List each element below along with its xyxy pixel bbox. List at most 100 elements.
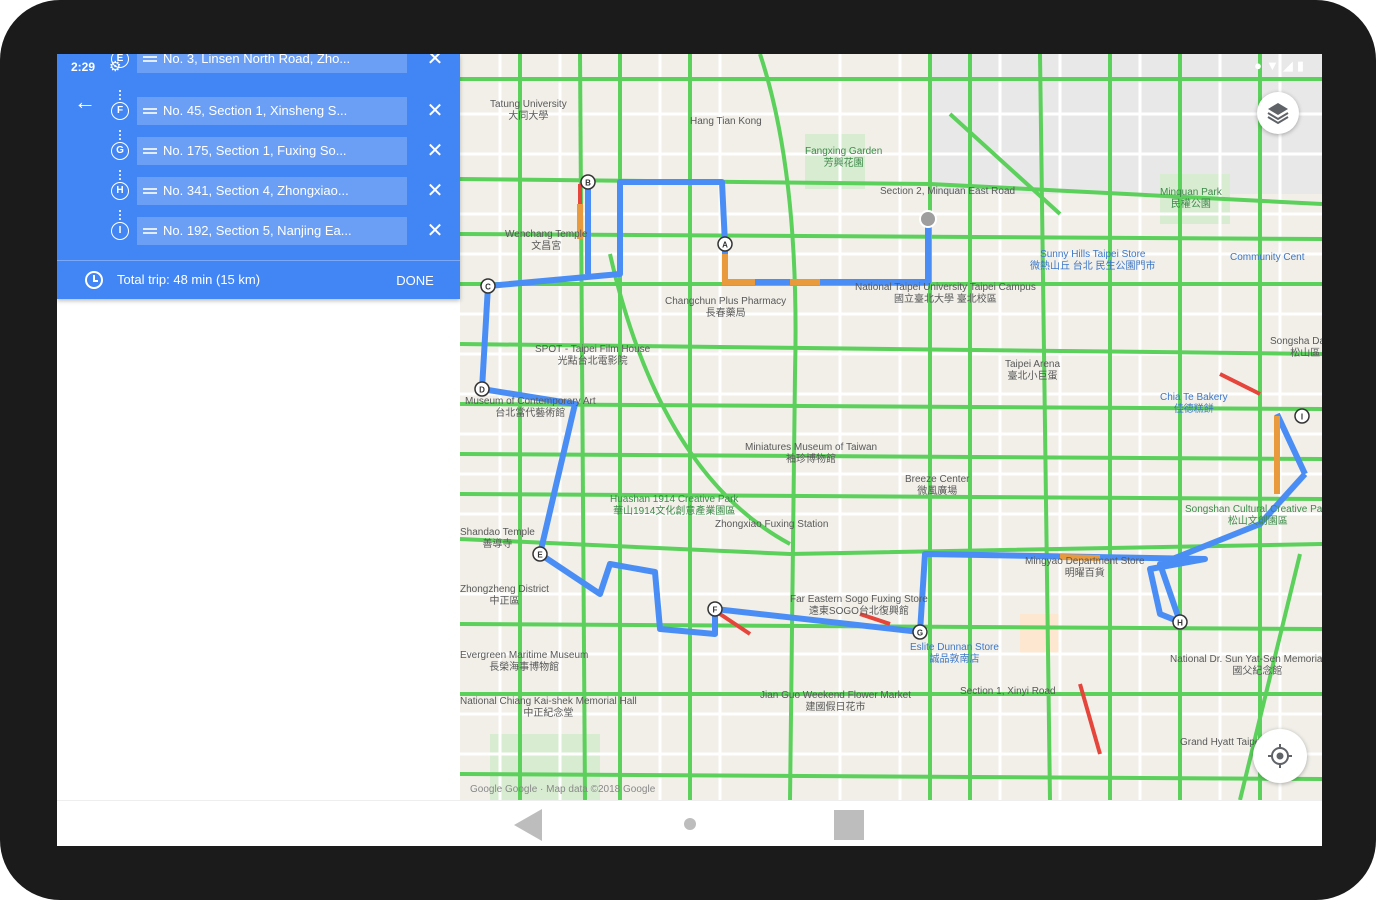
navigation-bar <box>57 800 1322 846</box>
stop-marker-icon: E <box>111 54 129 68</box>
map-place-label[interactable]: Museum of Contemporary Art 台北當代藝術館 <box>465 396 596 420</box>
place-name-local: 中正區 <box>489 596 520 607</box>
place-name: National Chiang Kai-shek Memorial Hall <box>460 696 637 707</box>
place-name: Section 1, Xinyi Road <box>960 686 1056 697</box>
map-place-label[interactable]: National Dr. Sun Yat-Sen Memorial Hall國父… <box>1170 654 1322 678</box>
waypoint-label: G <box>917 629 923 638</box>
screen: A B C D E F G H I Tatung University 大同大學 Hang Tian… <box>57 54 1322 846</box>
map-place-label[interactable]: National Taipei University Taipei Campus… <box>855 282 1036 306</box>
drag-handle-icon[interactable] <box>143 228 157 234</box>
place-name: Far Eastern Sogo Fuxing Store <box>790 594 928 605</box>
map-place-label[interactable]: Section 1, Xinyi Road <box>960 686 1056 698</box>
waypoint-label: F <box>713 606 718 615</box>
drag-handle-icon[interactable] <box>143 188 157 194</box>
close-icon[interactable]: ✕ <box>421 217 449 245</box>
waypoint-marker[interactable]: E <box>532 546 548 562</box>
place-name: Chia Te Bakery <box>1160 392 1228 403</box>
stop-address-field[interactable]: No. 341, Section 4, Zhongxiao... <box>137 177 407 205</box>
place-name: Huashan 1914 Creative Park <box>610 494 739 505</box>
map-place-label[interactable]: SPOT - Taipei Film House 光點台北電影院 <box>535 344 650 368</box>
map-place-label[interactable]: Section 2, Minquan East Road <box>880 186 1015 198</box>
map-place-label[interactable]: Far Eastern Sogo Fuxing Store 遠東SOGO台北復興館 <box>790 594 928 618</box>
map-place-label[interactable]: Tatung University 大同大學 <box>490 99 567 123</box>
map-place-label[interactable]: Hang Tian Kong <box>690 116 762 128</box>
stop-connector <box>119 90 121 100</box>
stop-connector <box>119 130 121 140</box>
map-place-label[interactable]: Eslite Dunnan Store 誠品敦南店 <box>910 642 999 666</box>
nav-back-icon[interactable] <box>514 809 542 841</box>
stop-address-field[interactable]: No. 45, Section 1, Xinsheng S... <box>137 97 407 125</box>
close-icon[interactable]: ✕ <box>421 97 449 125</box>
waypoint-marker[interactable]: C <box>480 278 496 294</box>
place-name: Hang Tian Kong <box>690 116 762 127</box>
stop-address-field[interactable]: No. 175, Section 1, Fuxing So... <box>137 137 407 165</box>
waypoint-marker[interactable]: F <box>707 601 723 617</box>
stop-address-text: No. 192, Section 5, Nanjing Ea... <box>163 223 352 238</box>
map-place-label[interactable]: Grand Hyatt Taipei <box>1180 737 1263 749</box>
waypoint-marker[interactable]: D <box>474 381 490 397</box>
drag-handle-icon[interactable] <box>143 148 157 154</box>
nav-recents-icon[interactable] <box>834 810 864 840</box>
map-place-label[interactable]: Wenchang Temple 文昌宮 <box>505 229 587 253</box>
map-place-label[interactable]: Jian Guo Weekend Flower Market 建國假日花市 <box>760 690 911 714</box>
place-name: Community Cent <box>1230 252 1305 263</box>
map-place-label[interactable]: Evergreen Maritime Museum 長榮海事博物館 <box>460 650 588 674</box>
map-place-label[interactable]: Shandao Temple 善導寺 <box>460 527 535 551</box>
waypoint-marker[interactable]: I <box>1294 408 1310 424</box>
waypoint-marker[interactable]: B <box>580 174 596 190</box>
place-name: Grand Hyatt Taipei <box>1180 737 1263 748</box>
stop-address-field[interactable]: No. 192, Section 5, Nanjing Ea... <box>137 217 407 245</box>
place-name-local: 誠品敦南店 <box>929 654 980 665</box>
place-name: Changchun Plus Pharmacy <box>665 296 787 307</box>
place-name: Tatung University <box>490 99 567 110</box>
stop-connector <box>119 170 121 180</box>
map-place-label[interactable]: Fangxing Garden 芳興花園 <box>805 146 882 170</box>
place-name-local: 長榮海事博物館 <box>489 662 560 673</box>
map-place-label[interactable]: National Chiang Kai-shek Memorial Hall 中正… <box>460 696 637 720</box>
map-attribution: Google Google · Map data ©2018 Google <box>470 784 656 795</box>
place-name: Eslite Dunnan Store <box>910 642 999 653</box>
stop-marker-icon: F <box>111 102 129 120</box>
stop-row: F No. 45, Section 1, Xinsheng S... ✕ <box>57 90 460 128</box>
map[interactable]: A B C D E F G H I Tatung University 大同大學 Hang Tian… <box>460 54 1322 800</box>
map-place-label[interactable]: Huashan 1914 Creative Park 華山1914文化創意產業園區 <box>610 494 738 518</box>
map-place-label[interactable]: Zhongzheng District 中正區 <box>460 584 549 608</box>
map-place-label[interactable]: Chia Te Bakery 佳德糕餅 <box>1160 392 1228 416</box>
close-icon[interactable]: ✕ <box>421 54 449 73</box>
map-place-label[interactable]: Songshan Cultural Creative Park 松山文創園區 <box>1185 504 1322 528</box>
drag-handle-icon[interactable] <box>143 108 157 114</box>
place-name-local: 長春藥局 <box>705 308 746 319</box>
layers-button[interactable] <box>1257 92 1299 134</box>
stop-address-text: No. 341, Section 4, Zhongxiao... <box>163 183 349 198</box>
nav-home-icon[interactable] <box>684 818 696 830</box>
place-name: Fangxing Garden <box>805 146 883 157</box>
map-place-label[interactable]: Songsha Dajian松山區 <box>1270 336 1322 360</box>
map-place-label[interactable]: Zhongxiao Fuxing Station <box>715 519 828 531</box>
map-place-label[interactable]: Minquan Park 民權公園 <box>1160 187 1222 211</box>
map-place-label[interactable]: Sunny Hills Taipei Store 微熱山丘 台北 民生公園門市 <box>1030 249 1156 273</box>
map-place-label[interactable]: Breeze Center 微風廣場 <box>905 474 969 498</box>
drag-handle-icon[interactable] <box>143 56 157 62</box>
place-name: National Dr. Sun Yat-Sen Memorial Hall <box>1170 654 1322 665</box>
map-place-label[interactable]: Community Cent <box>1230 252 1304 264</box>
place-name-local: 中正紀念堂 <box>523 708 574 719</box>
close-icon[interactable]: ✕ <box>421 177 449 205</box>
place-name: Mingyao Department Store <box>1025 556 1145 567</box>
my-location-button[interactable] <box>1253 729 1307 783</box>
map-place-label[interactable]: Mingyao Department Store 明曜百貨 <box>1025 556 1145 580</box>
map-place-label[interactable]: Miniatures Museum of Taiwan 袖珍博物館 <box>745 442 877 466</box>
stop-marker-icon: H <box>111 182 129 200</box>
place-name-local: 遠東SOGO台北復興館 <box>808 606 909 617</box>
done-button[interactable]: DONE <box>387 268 443 294</box>
place-name: Songsha Dajian <box>1270 336 1322 347</box>
place-name: Museum of Contemporary Art <box>465 396 596 407</box>
map-place-label[interactable]: Taipei Arena 臺北小巨蛋 <box>1005 359 1060 383</box>
map-canvas[interactable]: A B C D E F G H I <box>460 54 1322 800</box>
waypoint-marker[interactable]: G <box>912 624 928 640</box>
waypoint-marker[interactable]: H <box>1172 614 1188 630</box>
close-icon[interactable]: ✕ <box>421 137 449 165</box>
map-place-label[interactable]: Changchun Plus Pharmacy 長春藥局 <box>665 296 786 320</box>
waypoint-marker[interactable]: A <box>717 236 733 252</box>
route-start-point[interactable] <box>919 210 937 228</box>
stop-address-field[interactable]: No. 3, Linsen North Road, Zho... <box>137 54 407 73</box>
